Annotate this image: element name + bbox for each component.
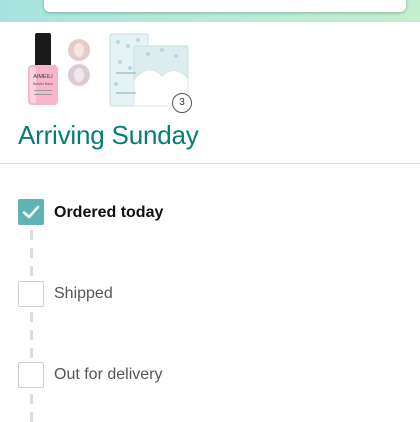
step-ordered-label: Ordered today [54,204,164,221]
section-divider [0,163,420,164]
timeline-connector [30,394,33,404]
step-out-for-delivery-label: Out for delivery [54,366,163,383]
step-shipped-label: Shipped [54,285,113,302]
polish-brand-text: AIMEILI [33,74,53,80]
timeline-connector [30,312,33,322]
search-input[interactable] [44,0,406,12]
step-shipped-checkbox [18,281,44,307]
timeline-connector [30,348,33,358]
timeline-connector [30,230,33,240]
quantity-badge: 3 [172,93,192,113]
arrival-status-heading: Arriving Sunday [18,120,199,150]
polish-label-text: Builder Base [33,82,53,86]
timeline-connector [30,330,33,340]
timeline-connector [30,412,33,422]
product-thumbnail-nail-polish[interactable]: AIMEILI Builder Base [22,30,94,110]
timeline-connector [30,248,33,258]
timeline-connector [30,266,33,276]
checkmark-icon [22,205,40,219]
step-out-for-delivery-checkbox [18,362,44,388]
step-ordered-checkbox [18,199,44,225]
